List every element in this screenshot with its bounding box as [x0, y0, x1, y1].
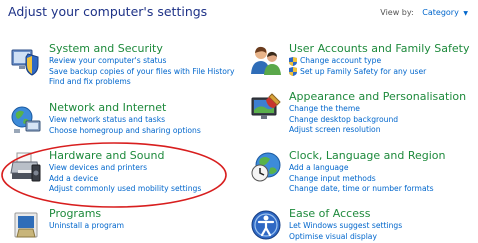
uac-shield-icon: [289, 67, 297, 77]
users-icon[interactable]: [250, 44, 282, 76]
monitor-brush-icon[interactable]: [250, 92, 282, 124]
category-appearance: Appearance and Personalisation Change th…: [250, 91, 466, 136]
link-date-time-formats[interactable]: Change date, time or number formats: [289, 184, 446, 195]
link-devices-printers[interactable]: View devices and printers: [49, 163, 201, 174]
category-title[interactable]: User Accounts and Family Safety: [289, 43, 469, 55]
link-label[interactable]: Change account type: [300, 56, 381, 67]
link-file-history[interactable]: Save backup copies of your files with Fi…: [49, 67, 235, 78]
link-add-language[interactable]: Add a language: [289, 163, 446, 174]
category-network-and-internet: Network and Internet View network status…: [10, 102, 201, 136]
category-hardware-and-sound: Hardware and Sound View devices and prin…: [10, 150, 201, 195]
programs-box-icon[interactable]: [10, 209, 42, 241]
shield-computer-icon[interactable]: [10, 44, 42, 76]
category-title[interactable]: System and Security: [49, 43, 235, 55]
category-title[interactable]: Network and Internet: [49, 102, 201, 114]
link-find-fix-problems[interactable]: Find and fix problems: [49, 77, 235, 88]
link-input-methods[interactable]: Change input methods: [289, 174, 446, 185]
link-screen-resolution[interactable]: Adjust screen resolution: [289, 125, 466, 136]
link-optimise-visual[interactable]: Optimise visual display: [289, 232, 402, 243]
category-user-accounts: User Accounts and Family Safety Change a…: [250, 43, 469, 77]
category-title[interactable]: Appearance and Personalisation: [289, 91, 466, 103]
link-suggest-settings[interactable]: Let Windows suggest settings: [289, 221, 402, 232]
clock-globe-icon[interactable]: [250, 151, 282, 183]
category-programs: Programs Uninstall a program: [10, 208, 124, 241]
network-globe-icon[interactable]: [10, 103, 42, 135]
category-system-and-security: System and Security Review your computer…: [10, 43, 235, 88]
category-title[interactable]: Ease of Access: [289, 208, 402, 220]
view-by: View by: Category ▼: [380, 8, 468, 17]
uac-shield-icon: [289, 56, 297, 66]
link-change-account-type[interactable]: Change account type: [289, 56, 469, 67]
category-title[interactable]: Programs: [49, 208, 124, 220]
ease-of-access-icon[interactable]: [250, 209, 282, 241]
view-by-label: View by:: [380, 8, 414, 17]
link-network-status[interactable]: View network status and tasks: [49, 115, 201, 126]
link-mobility-settings[interactable]: Adjust commonly used mobility settings: [49, 184, 201, 195]
link-homegroup[interactable]: Choose homegroup and sharing options: [49, 126, 201, 137]
category-title[interactable]: Hardware and Sound: [49, 150, 201, 162]
chevron-down-icon[interactable]: ▼: [463, 10, 468, 17]
link-review-status[interactable]: Review your computer's status: [49, 56, 235, 67]
link-change-theme[interactable]: Change the theme: [289, 104, 466, 115]
category-ease-of-access: Ease of Access Let Windows suggest setti…: [250, 208, 402, 242]
link-label[interactable]: Set up Family Safety for any user: [300, 67, 426, 78]
link-desktop-background[interactable]: Change desktop background: [289, 115, 466, 126]
page-title: Adjust your computer's settings: [8, 4, 208, 19]
category-clock-language-region: Clock, Language and Region Add a languag…: [250, 150, 446, 195]
link-family-safety[interactable]: Set up Family Safety for any user: [289, 67, 469, 78]
view-by-dropdown[interactable]: Category: [422, 8, 459, 17]
printer-speaker-icon[interactable]: [10, 151, 42, 183]
link-add-device[interactable]: Add a device: [49, 174, 201, 185]
category-title[interactable]: Clock, Language and Region: [289, 150, 446, 162]
link-uninstall-program[interactable]: Uninstall a program: [49, 221, 124, 232]
